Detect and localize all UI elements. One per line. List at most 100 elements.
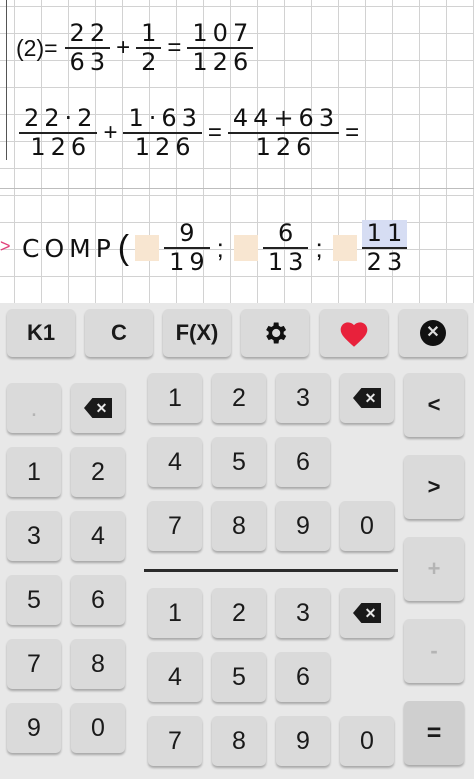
fraction[interactable]: 9 19 [164, 220, 210, 276]
lower-key-6[interactable]: 6 [276, 652, 330, 702]
numerator: 22·2 [24, 104, 98, 132]
left-key-5[interactable]: 5 [7, 575, 61, 625]
left-key-1[interactable]: 1 [7, 447, 61, 497]
input-slot[interactable] [135, 235, 160, 261]
equals-operator: = [167, 34, 182, 61]
heart-icon [340, 322, 368, 347]
denominator: 2 [141, 48, 162, 76]
left-key-6[interactable]: 6 [71, 575, 125, 625]
expression-line-3[interactable]: COMP ( 9 19 ; 6 13 ; 11 23 [22, 220, 410, 276]
left-key-8[interactable]: 8 [71, 639, 125, 689]
lower-key-1[interactable]: 1 [148, 588, 202, 638]
denominator: 23 [366, 248, 408, 276]
denominator: 126 [192, 48, 254, 76]
notebook-canvas[interactable]: (2)= 22 63 + 1 2 = 107 126 22·2 126 + 1·… [0, 0, 474, 303]
input-slot[interactable] [332, 235, 357, 261]
lower-key-5[interactable]: 5 [212, 652, 266, 702]
upper-key-9[interactable]: 9 [276, 501, 330, 551]
numerator: 44+63 [232, 104, 340, 132]
left-key-2[interactable]: 2 [71, 447, 125, 497]
argument-separator: ; [315, 232, 323, 263]
cursor-right-key[interactable]: > [404, 455, 464, 519]
margin-line [6, 0, 7, 160]
gear-icon [266, 322, 287, 344]
denominator: 19 [169, 248, 210, 276]
equals-key[interactable]: = [404, 701, 464, 765]
numerator: 107 [192, 19, 254, 47]
left-key-9[interactable]: 9 [7, 703, 61, 753]
upper-key-7[interactable]: 7 [148, 501, 202, 551]
settings-button[interactable] [241, 309, 309, 357]
expression-line-1[interactable]: (2)= 22 63 + 1 2 = 107 126 [16, 20, 256, 76]
denominator: 126 [255, 133, 317, 161]
function-button[interactable]: F(X) [163, 309, 231, 357]
minus-key[interactable]: - [404, 619, 464, 683]
backspace-icon: ✕ [353, 388, 381, 408]
upper-key-1[interactable]: 1 [148, 373, 202, 423]
left-key-0[interactable]: 0 [71, 703, 125, 753]
close-circle-icon: ✕ [420, 320, 446, 346]
upper-key-3[interactable]: 3 [276, 373, 330, 423]
function-name: COMP [22, 233, 116, 263]
fraction-divider [144, 569, 398, 572]
fraction-active[interactable]: 11 23 [361, 220, 408, 276]
denominator: 13 [267, 248, 309, 276]
input-slot[interactable] [233, 235, 258, 261]
numerator: 9 [179, 219, 200, 247]
denominator: 126 [30, 133, 92, 161]
numerator: 1·63 [128, 104, 202, 132]
lower-backspace-key[interactable]: ✕ [340, 588, 394, 638]
open-paren: ( [117, 228, 130, 267]
argument-separator: ; [216, 232, 224, 263]
close-button[interactable]: ✕ [399, 309, 467, 357]
math-keyboard: K1 C F(X) ✕ . ✕ 1 2 3 4 5 6 7 8 9 0 1 2 … [0, 303, 474, 779]
left-backspace-key[interactable]: ✕ [71, 383, 125, 433]
denominator: 63 [69, 48, 111, 76]
upper-key-0[interactable]: 0 [340, 501, 394, 551]
upper-key-4[interactable]: 4 [148, 437, 202, 487]
fraction: 107 126 [187, 19, 254, 76]
current-line-arrow-icon: > [0, 236, 11, 256]
plus-operator: + [116, 34, 131, 61]
equals-operator: = [345, 119, 360, 146]
upper-key-8[interactable]: 8 [212, 501, 266, 551]
line-separator [0, 188, 474, 189]
clear-button[interactable]: C [85, 309, 153, 357]
numerator: 6 [278, 219, 299, 247]
cursor-left-key[interactable]: < [404, 373, 464, 437]
denominator: 126 [134, 133, 196, 161]
backspace-icon: ✕ [353, 603, 381, 623]
left-key-3[interactable]: 3 [7, 511, 61, 561]
k1-button[interactable]: K1 [7, 309, 75, 357]
left-key-4[interactable]: 4 [71, 511, 125, 561]
upper-key-2[interactable]: 2 [212, 373, 266, 423]
upper-backspace-key[interactable]: ✕ [340, 373, 394, 423]
fraction: 22 63 [64, 19, 111, 76]
upper-key-6[interactable]: 6 [276, 437, 330, 487]
favorite-button[interactable] [320, 309, 388, 357]
lower-key-2[interactable]: 2 [212, 588, 266, 638]
backspace-icon: ✕ [84, 398, 112, 418]
fraction: 1 2 [136, 19, 162, 76]
fraction[interactable]: 6 13 [262, 219, 309, 276]
left-key-7[interactable]: 7 [7, 639, 61, 689]
equals-operator: = [207, 119, 222, 146]
dot-key[interactable]: . [7, 383, 61, 433]
numerator-highlighted: 11 [361, 220, 408, 247]
lower-key-9[interactable]: 9 [276, 716, 330, 766]
fraction: 1·63 126 [123, 104, 202, 161]
lower-key-8[interactable]: 8 [212, 716, 266, 766]
lower-key-3[interactable]: 3 [276, 588, 330, 638]
plus-key[interactable]: + [404, 537, 464, 601]
numerator: 22 [69, 19, 111, 47]
fraction: 22·2 126 [19, 104, 98, 161]
plus-operator: + [103, 119, 118, 146]
upper-key-5[interactable]: 5 [212, 437, 266, 487]
line-label: (2)= [16, 34, 58, 61]
expression-line-2[interactable]: 22·2 126 + 1·63 126 = 44+63 126 = [16, 105, 362, 161]
lower-key-0[interactable]: 0 [340, 716, 394, 766]
lower-key-4[interactable]: 4 [148, 652, 202, 702]
fraction: 44+63 126 [227, 104, 340, 161]
numerator: 1 [141, 19, 162, 47]
lower-key-7[interactable]: 7 [148, 716, 202, 766]
